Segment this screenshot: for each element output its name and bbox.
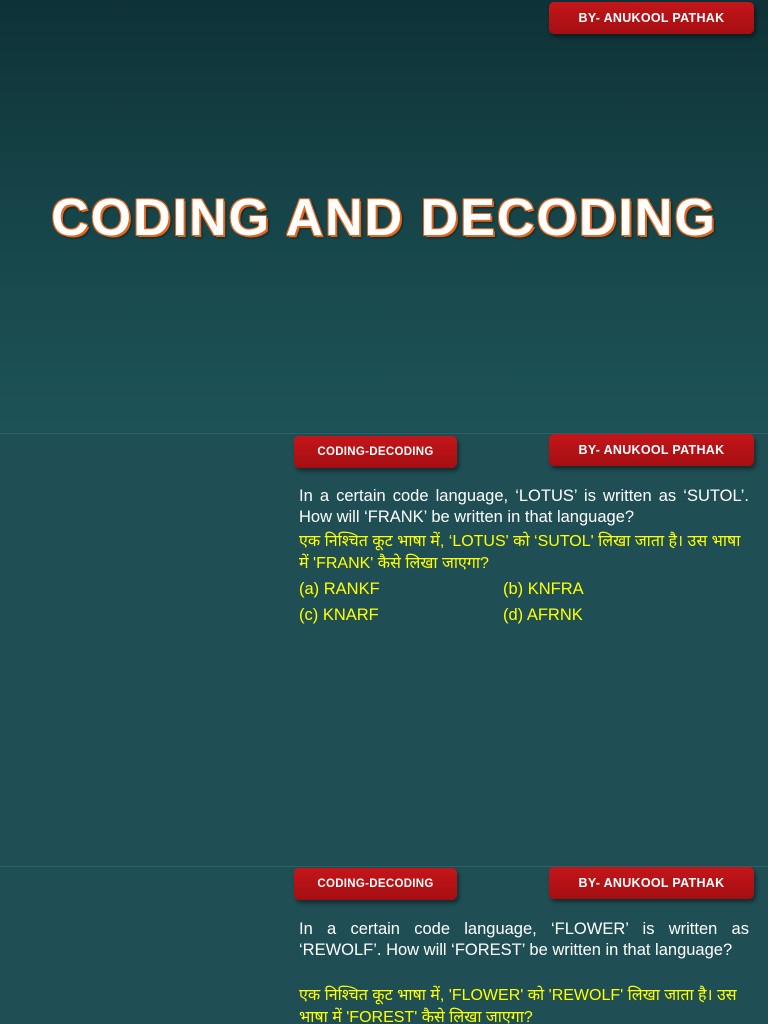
category-badge: CODING-DECODING <box>294 868 457 900</box>
question-english: In a certain code language, ‘FLOWER’ is … <box>299 920 749 959</box>
slide-title: CODING AND DECODING <box>51 189 717 247</box>
question-slide-2: CODING-DECODING BY- ANUKOOL PATHAK In a … <box>0 866 768 1024</box>
option-d: (d) AFRNK <box>503 606 583 624</box>
title-slide: BY- ANUKOOL PATHAK CODING AND DECODING <box>0 0 768 432</box>
author-badge: BY- ANUKOOL PATHAK <box>549 2 754 34</box>
question-slide-1: CODING-DECODING BY- ANUKOOL PATHAK In a … <box>0 433 768 865</box>
option-a: (a) RANKF <box>299 580 380 598</box>
option-b: (b) KNFRA <box>503 580 584 598</box>
author-badge: BY- ANUKOOL PATHAK <box>549 867 754 899</box>
question-english: In a certain code language, ‘LOTUS’ is w… <box>299 487 749 526</box>
category-badge: CODING-DECODING <box>294 436 457 468</box>
question-hindi: एक निश्चित कूट भाषा में, ‘LOTUS' को ‘SUT… <box>299 533 741 572</box>
question-hindi: एक निश्चित कूट भाषा में, 'FLOWER' को 'RE… <box>299 987 737 1024</box>
author-badge: BY- ANUKOOL PATHAK <box>549 434 754 466</box>
option-c: (c) KNARF <box>299 606 379 624</box>
